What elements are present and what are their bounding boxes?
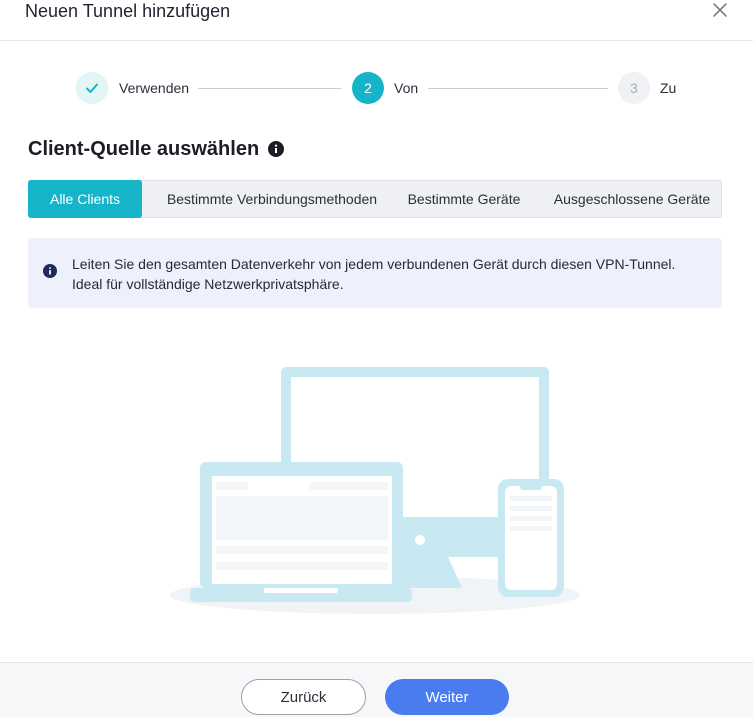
- close-icon: [713, 3, 727, 17]
- step-1-indicator: [76, 72, 108, 104]
- section-heading: Client-Quelle auswählen: [28, 137, 285, 161]
- notice-line-2: Ideal für vollständige Netzwerkprivatsph…: [72, 276, 344, 292]
- check-icon: [86, 83, 98, 93]
- laptop: [190, 462, 412, 602]
- tab-alle-clients[interactable]: Alle Clients: [28, 180, 142, 218]
- dialog-footer: Zurück Weiter: [0, 662, 753, 717]
- phone: [498, 479, 564, 597]
- step-3-label: Zu: [660, 80, 677, 96]
- back-button[interactable]: Zurück: [241, 679, 366, 715]
- dialog-title: Neuen Tunnel hinzufügen: [25, 1, 231, 21]
- step-2-label: Von: [394, 80, 419, 96]
- stepper: Verwenden 2 Von 3 Zu: [0, 72, 753, 106]
- step-2-indicator: 2: [352, 72, 384, 104]
- section-title: Client-Quelle auswählen: [28, 138, 260, 160]
- devices-illustration: [0, 330, 753, 630]
- step-3-indicator: 3: [618, 72, 650, 104]
- close-button[interactable]: [708, 0, 732, 22]
- tab-ausgeschlossene-geraete[interactable]: Ausgeschlossene Geräte: [545, 180, 719, 218]
- devices-illustration-graphic: [170, 367, 580, 614]
- notice-text: Leiten Sie den gesamten Datenverkehr von…: [72, 254, 712, 294]
- tab-bestimmte-geraete[interactable]: Bestimmte Geräte: [401, 180, 527, 218]
- step-1-label: Verwenden: [119, 80, 190, 96]
- info-icon[interactable]: [268, 141, 285, 157]
- next-button[interactable]: Weiter: [385, 679, 509, 715]
- info-notice: Leiten Sie den gesamten Datenverkehr von…: [28, 238, 722, 308]
- notice-line-1: Leiten Sie den gesamten Datenverkehr von…: [72, 256, 676, 272]
- step-connector: [428, 88, 608, 89]
- step-connector: [198, 88, 341, 89]
- client-source-tabs: Alle Clients Bestimmte Verbindungsmethod…: [28, 180, 722, 218]
- info-icon: [43, 264, 57, 278]
- tab-bestimmte-verbindungsmethoden[interactable]: Bestimmte Verbindungsmethoden: [152, 180, 392, 218]
- dialog-header: Neuen Tunnel hinzufügen: [0, 0, 753, 41]
